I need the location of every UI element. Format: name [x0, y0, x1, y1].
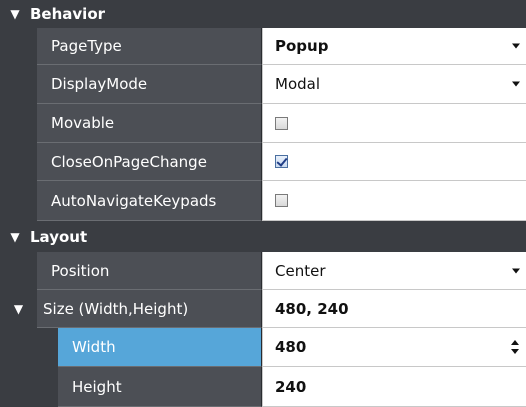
property-row-pagetype: PageType Popup	[0, 28, 526, 65]
triangle-down-icon[interactable]: ▼	[0, 221, 30, 252]
autonavigatekeypads-value-cell	[262, 181, 526, 221]
position-value: Center	[275, 261, 326, 280]
property-name-pagetype[interactable]: PageType	[37, 28, 262, 65]
movable-checkbox[interactable]	[275, 116, 288, 130]
displaymode-value: Modal	[275, 75, 320, 93]
width-value-cell[interactable]: 480	[262, 328, 526, 367]
spinner-down-icon[interactable]	[511, 349, 519, 354]
closeonpagechange-value-cell	[262, 143, 526, 181]
property-name-width[interactable]: Width	[58, 328, 262, 367]
pagetype-dropdown[interactable]: Popup	[262, 28, 526, 65]
size-value-cell[interactable]: 480, 240	[262, 290, 526, 328]
displaymode-dropdown[interactable]: Modal	[262, 65, 526, 104]
property-grid: ▼ Behavior PageType Popup DisplayMode Mo…	[0, 0, 526, 407]
property-row-size: ▼ Size (Width,Height) 480, 240	[0, 290, 526, 328]
position-dropdown[interactable]: Center	[262, 252, 526, 290]
triangle-down-icon[interactable]: ▼	[0, 0, 30, 28]
pagetype-value: Popup	[275, 37, 329, 55]
size-value: 480, 240	[275, 299, 349, 318]
chevron-down-icon[interactable]	[512, 268, 520, 273]
property-name-movable[interactable]: Movable	[37, 104, 262, 143]
movable-value-cell	[262, 104, 526, 143]
property-name-size[interactable]: Size (Width,Height)	[37, 290, 262, 328]
closeonpagechange-checkbox[interactable]	[275, 155, 288, 168]
property-row-closeonpagechange: CloseOnPageChange	[0, 143, 526, 181]
chevron-down-icon[interactable]	[512, 43, 520, 49]
section-layout-header[interactable]: ▼ Layout	[0, 221, 526, 253]
spinner-up-icon[interactable]	[511, 340, 519, 345]
property-name-autonavigatekeypads[interactable]: AutoNavigateKeypads	[37, 181, 262, 221]
width-value: 480	[275, 338, 307, 356]
property-row-displaymode: DisplayMode Modal	[0, 65, 526, 104]
property-row-width: Width 480	[0, 328, 526, 367]
height-value: 240	[275, 377, 307, 396]
autonavigatekeypads-checkbox[interactable]	[275, 194, 288, 207]
spinner-arrows-icon[interactable]	[510, 340, 520, 354]
property-row-position: Position Center	[0, 252, 526, 290]
property-row-height: Height 240	[0, 367, 526, 407]
section-behavior-header[interactable]: ▼ Behavior	[0, 0, 526, 29]
height-value-cell[interactable]: 240	[262, 367, 526, 407]
triangle-down-icon[interactable]: ▼	[0, 290, 37, 328]
property-row-movable: Movable	[0, 104, 526, 143]
section-layout-title: Layout	[30, 227, 88, 246]
property-name-height[interactable]: Height	[58, 367, 262, 407]
property-name-position[interactable]: Position	[37, 252, 262, 290]
chevron-down-icon[interactable]	[512, 81, 520, 87]
property-name-displaymode[interactable]: DisplayMode	[37, 65, 262, 104]
section-behavior-title: Behavior	[30, 5, 106, 23]
property-name-closeonpagechange[interactable]: CloseOnPageChange	[37, 143, 262, 181]
property-row-autonavigatekeypads: AutoNavigateKeypads	[0, 181, 526, 221]
